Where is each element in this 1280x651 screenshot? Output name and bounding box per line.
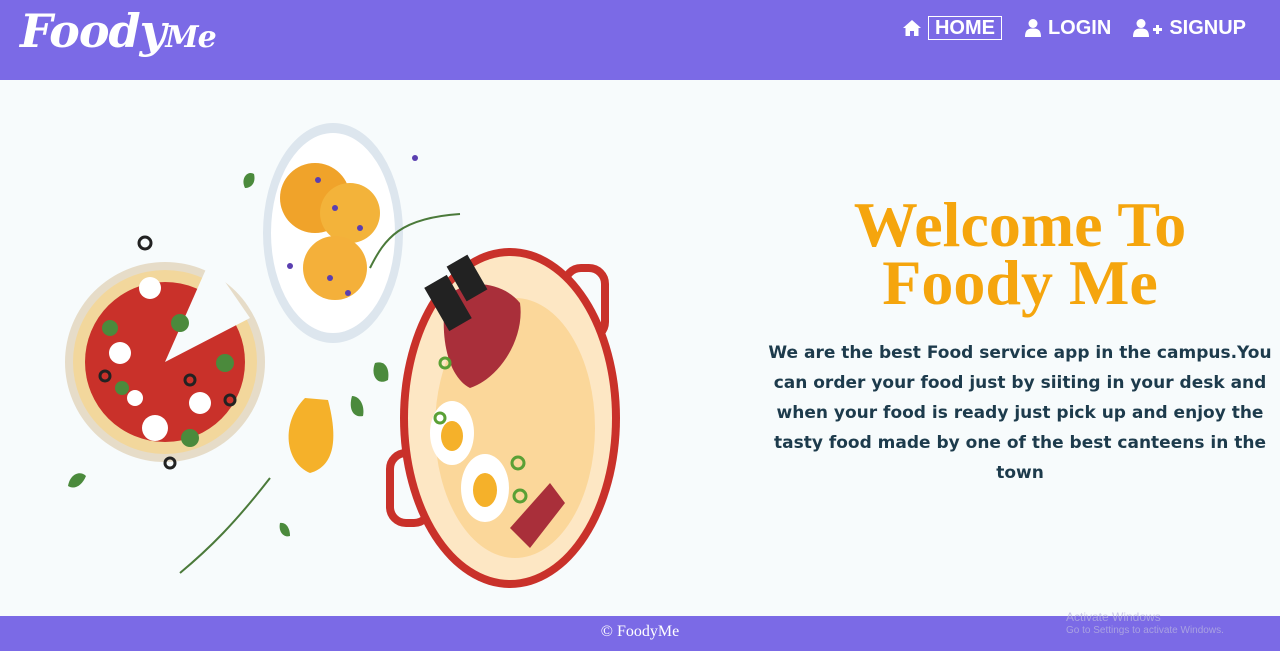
watermark-title: Activate Windows: [1066, 610, 1161, 624]
user-plus-icon: [1133, 19, 1163, 37]
welcome-heading: Welcome To Foody Me: [853, 189, 1187, 318]
activate-windows-watermark: Activate Windows Go to Settings to activ…: [1066, 610, 1224, 638]
brand-logo[interactable]: FoodyMe: [20, 4, 217, 58]
pizza-illustration: [65, 235, 265, 470]
user-icon: [1024, 19, 1041, 37]
navbar: FoodyMe HOME LOGIN SIGNUP: [0, 0, 1280, 80]
nav-home-label: HOME: [927, 16, 1002, 40]
hero-description: We are the best Food service app in the …: [768, 343, 1272, 483]
ramen-pot-illustration: [386, 248, 620, 588]
brand-suffix: Me: [165, 20, 216, 55]
nav-login-link[interactable]: LOGIN: [1024, 17, 1111, 40]
nav-menu: HOME LOGIN SIGNUP: [880, 16, 1246, 40]
nav-signup-label: SIGNUP: [1169, 16, 1246, 39]
home-icon: [902, 20, 921, 36]
food-illustration: [65, 123, 620, 588]
nav-home-link[interactable]: HOME: [902, 16, 1002, 40]
nav-signup-link[interactable]: SIGNUP: [1133, 17, 1246, 40]
watermark-subtitle: Go to Settings to activate Windows.: [1066, 625, 1224, 636]
nav-login-label: LOGIN: [1047, 16, 1112, 39]
footer-copyright: © FoodyMe: [600, 623, 680, 640]
brand-name: Foody: [20, 4, 166, 58]
